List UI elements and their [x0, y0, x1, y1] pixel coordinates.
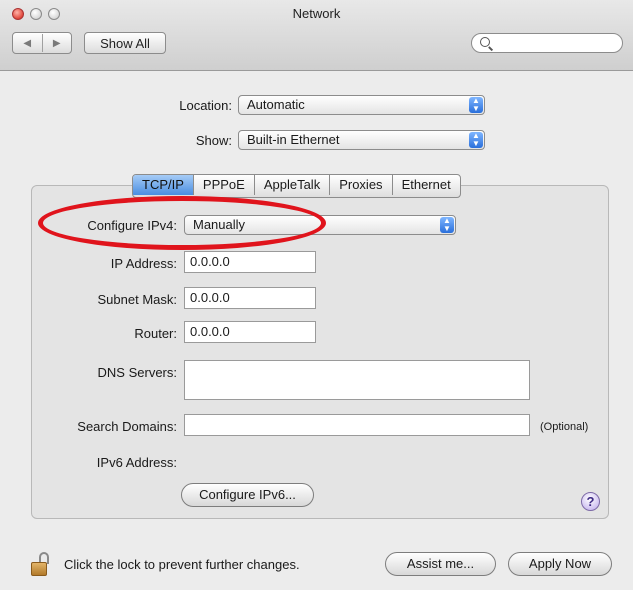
ip-address-label: IP Address:	[110, 256, 177, 271]
dns-servers-label: DNS Servers:	[97, 365, 177, 380]
titlebar: Network ◀ ▶ Show All	[0, 0, 633, 71]
lock-icon[interactable]	[31, 552, 53, 576]
search-icon	[480, 37, 490, 47]
router-field[interactable]: 0.0.0.0	[184, 321, 316, 343]
search-field[interactable]	[471, 33, 623, 53]
back-arrow-icon[interactable]: ◀	[13, 38, 42, 49]
show-all-button[interactable]: Show All	[84, 32, 166, 54]
help-button[interactable]: ?	[581, 492, 600, 511]
location-value: Automatic	[247, 97, 305, 112]
ip-address-field[interactable]: 0.0.0.0	[184, 251, 316, 273]
configure-ipv6-button[interactable]: Configure IPv6...	[181, 483, 314, 507]
dns-servers-field[interactable]	[184, 360, 530, 400]
show-value: Built-in Ethernet	[247, 132, 340, 147]
lock-body	[31, 562, 47, 576]
show-popup[interactable]: Built-in Ethernet ▲ ▼	[238, 130, 485, 150]
forward-arrow-icon[interactable]: ▶	[43, 38, 72, 49]
assist-me-button[interactable]: Assist me...	[385, 552, 496, 576]
highlight-ellipse	[38, 196, 326, 250]
location-label: Location:	[179, 98, 232, 113]
lock-status-text: Click the lock to prevent further change…	[64, 557, 300, 572]
location-popup[interactable]: Automatic ▲ ▼	[238, 95, 485, 115]
tab-pppoe[interactable]: PPPoE	[194, 175, 255, 195]
search-domains-field[interactable]	[184, 414, 530, 436]
tab-bar: TCP/IP PPPoE AppleTalk Proxies Ethernet	[132, 174, 461, 198]
popup-arrows-icon: ▲ ▼	[440, 217, 454, 233]
show-label: Show:	[195, 133, 232, 148]
subnet-mask-label: Subnet Mask:	[97, 292, 178, 307]
network-preferences-window: Network ◀ ▶ Show All Location: Automatic…	[0, 0, 633, 590]
window-title: Network	[292, 6, 341, 21]
subnet-mask-field[interactable]: 0.0.0.0	[184, 287, 316, 309]
apply-now-button[interactable]: Apply Now	[508, 552, 612, 576]
tab-appletalk[interactable]: AppleTalk	[255, 175, 331, 195]
search-domains-label: Search Domains:	[77, 419, 177, 434]
router-label: Router:	[134, 326, 177, 341]
ipv6-address-label: IPv6 Address:	[96, 455, 177, 470]
optional-label: (Optional)	[540, 421, 589, 433]
tab-proxies[interactable]: Proxies	[330, 175, 393, 195]
tab-ethernet[interactable]: Ethernet	[393, 175, 460, 195]
popup-arrows-icon: ▲ ▼	[469, 97, 483, 113]
tab-tcpip[interactable]: TCP/IP	[133, 175, 194, 195]
back-forward-buttons: ◀ ▶	[12, 32, 72, 54]
popup-arrows-icon: ▲ ▼	[469, 132, 483, 148]
